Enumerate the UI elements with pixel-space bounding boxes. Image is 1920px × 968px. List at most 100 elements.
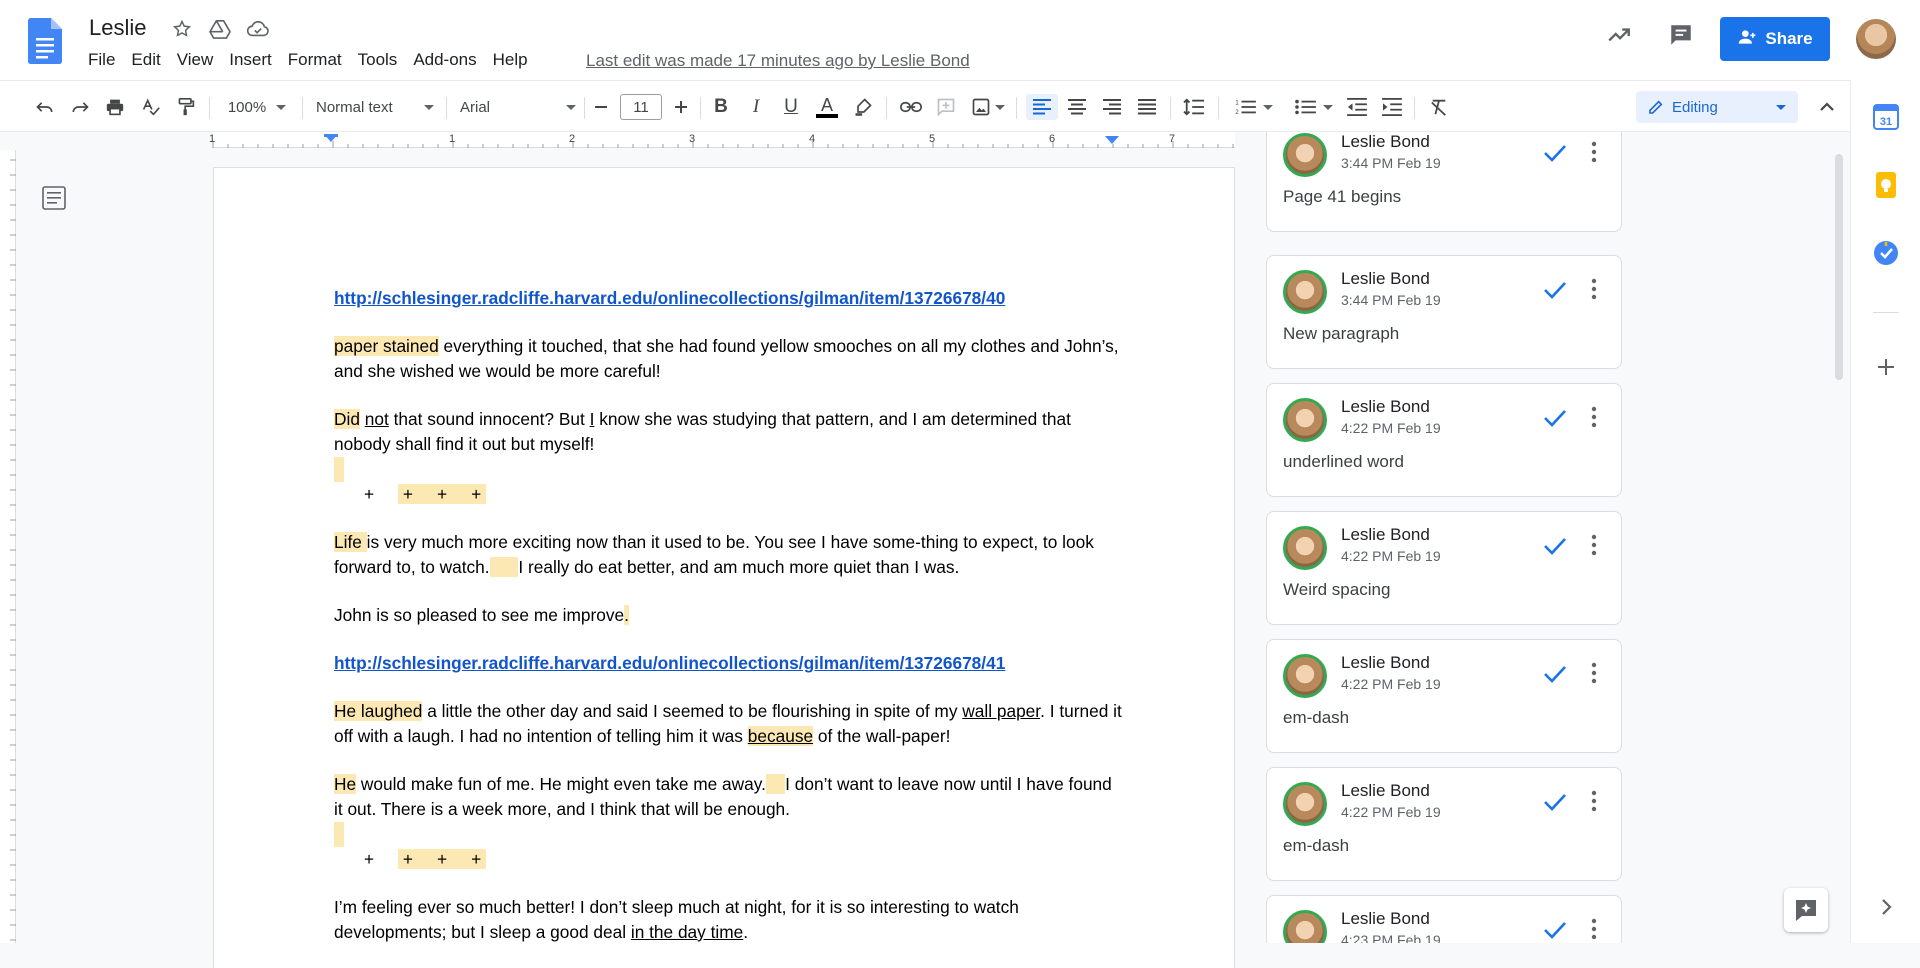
bold-icon[interactable]: B (709, 94, 733, 120)
zoom-select[interactable]: 100% (222, 94, 292, 120)
cloud-saved-icon[interactable] (246, 17, 270, 41)
comment-card[interactable]: Leslie Bond 4:22 PM Feb 19 em-dash (1266, 639, 1622, 753)
highlighted-text: + + + (398, 849, 487, 869)
expand-panel-chevron-right-icon[interactable] (1873, 894, 1899, 920)
comment-avatar (1283, 270, 1327, 314)
menu-tools[interactable]: Tools (350, 50, 406, 70)
document-link[interactable]: http://schlesinger.radcliffe.harvard.edu… (334, 653, 1005, 673)
decrease-font-size-button[interactable] (590, 94, 612, 120)
menu-insert[interactable]: Insert (221, 50, 280, 70)
add-addon-plus-icon[interactable] (1873, 354, 1899, 380)
vertical-ruler[interactable] (0, 150, 16, 943)
calendar-icon[interactable]: 31 (1873, 104, 1899, 130)
more-options-icon[interactable] (1591, 406, 1597, 433)
italic-icon[interactable]: I (744, 94, 768, 120)
paragraph-style-select[interactable]: Normal text (316, 94, 434, 120)
account-avatar[interactable] (1856, 19, 1896, 59)
justify-icon[interactable] (1134, 94, 1160, 120)
align-left-icon[interactable] (1026, 94, 1058, 120)
ruler-mark: 1 (209, 133, 216, 145)
resolve-check-icon[interactable] (1543, 280, 1567, 305)
more-options-icon[interactable] (1591, 141, 1597, 168)
comment-time: 4:22 PM Feb 19 (1341, 804, 1441, 820)
comment-card[interactable]: Leslie Bond 3:44 PM Feb 19 New paragraph (1266, 255, 1622, 369)
comment-card[interactable]: Leslie Bond 4:22 PM Feb 19 em-dash (1266, 767, 1622, 881)
more-options-icon[interactable] (1591, 790, 1597, 817)
insert-image-icon[interactable] (968, 94, 1008, 120)
menu-edit[interactable]: Edit (123, 50, 168, 70)
more-options-icon[interactable] (1591, 534, 1597, 561)
move-to-drive-icon[interactable] (208, 17, 232, 41)
increase-indent-icon[interactable] (1379, 94, 1405, 120)
menu-file[interactable]: File (88, 50, 123, 70)
text-color-icon[interactable]: A (814, 94, 840, 120)
paragraph: Did not that sound innocent? But I know … (334, 407, 1124, 457)
right-indent-marker-icon[interactable] (1105, 136, 1119, 148)
resolve-check-icon[interactable] (1543, 408, 1567, 433)
document-title[interactable]: Leslie (89, 15, 146, 41)
more-options-icon[interactable] (1591, 662, 1597, 689)
align-right-icon[interactable] (1099, 94, 1125, 120)
tasks-icon[interactable] (1873, 240, 1899, 266)
horizontal-ruler[interactable]: 1 1 2 3 4 5 6 7 (0, 132, 1235, 148)
left-indent-marker-icon[interactable] (324, 134, 338, 146)
print-icon[interactable] (102, 94, 128, 120)
star-icon[interactable] (170, 17, 194, 41)
menu-format[interactable]: Format (280, 50, 350, 70)
paragraph-text: would make fun of me. He might even take… (356, 774, 766, 794)
add-comment-icon[interactable] (933, 94, 959, 120)
share-button[interactable]: Share (1720, 17, 1830, 61)
paragraph-text: . (743, 922, 749, 942)
highlight-color-icon[interactable] (850, 94, 876, 120)
plus-text: + (364, 484, 399, 504)
menu-view[interactable]: View (169, 50, 222, 70)
toolbar-divider (1016, 97, 1017, 119)
font-size-input[interactable]: 11 (620, 94, 662, 120)
activity-trend-icon[interactable] (1606, 22, 1632, 53)
comment-card[interactable]: Leslie Bond 4:22 PM Feb 19 Weird spacing (1266, 511, 1622, 625)
highlighted-text: because (747, 726, 814, 746)
comment-author: Leslie Bond (1341, 525, 1430, 544)
spellcheck-icon[interactable] (138, 94, 164, 120)
explore-assist-button[interactable] (1784, 888, 1828, 932)
align-center-icon[interactable] (1064, 94, 1090, 120)
more-options-icon[interactable] (1591, 918, 1597, 943)
comment-text: Weird spacing (1283, 580, 1391, 599)
redo-icon[interactable] (67, 94, 93, 120)
menu-addons[interactable]: Add-ons (405, 50, 484, 70)
menu-help[interactable]: Help (485, 50, 536, 70)
resolve-check-icon[interactable] (1543, 536, 1567, 561)
clear-formatting-icon[interactable] (1426, 94, 1452, 120)
increase-font-size-button[interactable] (670, 94, 692, 120)
undo-icon[interactable] (32, 94, 58, 120)
resolve-check-icon[interactable] (1543, 143, 1567, 168)
last-edit-link[interactable]: Last edit was made 17 minutes ago by Les… (586, 51, 970, 71)
resolve-check-icon[interactable] (1543, 792, 1567, 817)
numbered-list-icon[interactable]: 12 (1232, 94, 1276, 120)
document-body[interactable]: http://schlesinger.radcliffe.harvard.edu… (334, 286, 1124, 968)
comment-card[interactable]: Leslie Bond 4:23 PM Feb 19 (1266, 895, 1622, 943)
vertical-scrollbar[interactable] (1835, 154, 1843, 380)
ruler-mark: 3 (689, 133, 696, 145)
more-options-icon[interactable] (1591, 278, 1597, 305)
document-outline-icon[interactable] (42, 186, 66, 215)
editing-mode-select[interactable]: Editing (1636, 91, 1798, 123)
comment-history-icon[interactable] (1668, 22, 1694, 53)
keep-icon[interactable] (1873, 172, 1899, 198)
line-spacing-icon[interactable] (1180, 94, 1208, 120)
decrease-indent-icon[interactable] (1344, 94, 1370, 120)
person-add-icon (1737, 29, 1757, 50)
paint-format-icon[interactable] (173, 94, 199, 120)
document-link[interactable]: http://schlesinger.radcliffe.harvard.edu… (334, 288, 1005, 308)
insert-link-icon[interactable] (898, 94, 924, 120)
resolve-check-icon[interactable] (1543, 664, 1567, 689)
comment-card[interactable]: Leslie Bond 3:44 PM Feb 19 Page 41 begin… (1266, 132, 1622, 232)
docs-logo-icon[interactable] (28, 18, 62, 64)
underline-icon[interactable]: U (779, 94, 803, 120)
bulleted-list-icon[interactable] (1292, 94, 1336, 120)
comment-card[interactable]: Leslie Bond 4:22 PM Feb 19 underlined wo… (1266, 383, 1622, 497)
comment-avatar (1283, 782, 1327, 826)
hide-menus-chevron-up-icon[interactable] (1814, 94, 1840, 120)
font-select[interactable]: Arial (460, 94, 576, 120)
resolve-check-icon[interactable] (1543, 920, 1567, 943)
